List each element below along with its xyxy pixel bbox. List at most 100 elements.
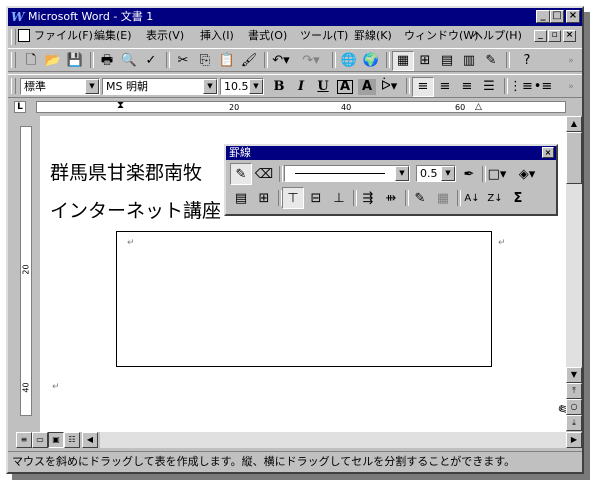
- columns-icon[interactable]: ▥: [458, 51, 480, 71]
- doc-close-button[interactable]: ×: [563, 30, 576, 42]
- ruler-track[interactable]: ⧗ 20 40 60 △: [36, 100, 566, 113]
- cut-scissors-icon[interactable]: ✂: [172, 51, 194, 71]
- align-bottom-icon[interactable]: ⊥: [328, 187, 350, 209]
- distribute-columns-icon[interactable]: ⇻: [380, 187, 402, 209]
- menu-insert[interactable]: 挿入(I): [200, 29, 234, 43]
- menu-file[interactable]: ファイル(F): [34, 29, 93, 43]
- more-buttons-icon[interactable]: »: [560, 51, 582, 71]
- insert-table-icon[interactable]: ⊞: [414, 51, 436, 71]
- vertical-scrollbar[interactable]: ▲ ▼ ⤒ ○ ⤓: [566, 116, 582, 431]
- horizontal-ruler[interactable]: L ⧗ 20 40 60 △: [8, 98, 582, 116]
- eraser-icon[interactable]: ⌫: [253, 163, 275, 185]
- align-center-icon[interactable]: ≡: [434, 77, 456, 97]
- word-app-icon[interactable]: W: [11, 10, 25, 24]
- font-combo[interactable]: MS 明朝 ▼: [102, 78, 218, 95]
- previous-page-button[interactable]: ⤒: [566, 383, 582, 399]
- outside-border-icon[interactable]: □▾: [486, 163, 508, 185]
- char-shading-button[interactable]: A: [358, 79, 376, 95]
- phonetic-guide-icon[interactable]: ᐆ▾: [378, 77, 400, 97]
- scroll-left-button[interactable]: ◀: [82, 432, 98, 448]
- indent-marker-icon[interactable]: ⧗: [117, 100, 124, 111]
- redo-icon[interactable]: ↷▾: [300, 51, 322, 71]
- chevron-down-icon[interactable]: ▼: [249, 79, 263, 94]
- bullets-icon[interactable]: •≡: [532, 77, 554, 97]
- change-text-direction-icon[interactable]: ▦: [432, 187, 454, 209]
- menubar-grip[interactable]: [11, 29, 16, 45]
- align-right-icon[interactable]: ≡: [456, 77, 478, 97]
- maximize-button[interactable]: □: [550, 10, 564, 23]
- more-buttons-icon[interactable]: »: [560, 77, 582, 97]
- title-bar[interactable]: W Microsoft Word - 文書 1 _ □ ×: [8, 8, 582, 26]
- print-layout-view-button[interactable]: ▣: [48, 432, 64, 448]
- doc-restore-button[interactable]: ▫: [548, 30, 561, 42]
- copy-icon[interactable]: ⎘: [194, 51, 216, 71]
- save-disk-icon[interactable]: 💾: [64, 51, 86, 71]
- shading-color-icon[interactable]: ◈▾: [516, 163, 538, 185]
- tables-borders-toolbar[interactable]: 罫線 × ✎ ⌫ ▼ 0.5 ▼ ✒ □▾ ◈▾ ▤ ⊞ ⊤ ⊟ ⊥ ⇶ ⇻ ✎…: [224, 144, 558, 216]
- border-color-icon[interactable]: ✒: [458, 163, 480, 185]
- paste-icon[interactable]: 📋: [216, 51, 238, 71]
- undo-icon[interactable]: ↶▾: [270, 51, 292, 71]
- menu-tools[interactable]: ツール(T): [300, 29, 348, 43]
- align-middle-icon[interactable]: ⊟: [305, 187, 327, 209]
- align-top-icon[interactable]: ⊤: [282, 187, 304, 209]
- minimize-button[interactable]: _: [536, 10, 550, 23]
- tables-toolbar-title-bar[interactable]: 罫線 ×: [226, 146, 556, 160]
- web-toolbar-icon[interactable]: 🌍: [360, 51, 382, 71]
- chevron-down-icon[interactable]: ▼: [441, 166, 455, 181]
- print-preview-icon[interactable]: 🔍: [118, 51, 140, 71]
- doc-minimize-button[interactable]: _: [534, 30, 547, 42]
- menu-view[interactable]: 表示(V): [146, 29, 184, 43]
- spelling-check-icon[interactable]: ✓: [140, 51, 162, 71]
- table-autoformat-icon[interactable]: ✎: [409, 187, 431, 209]
- print-icon[interactable]: 🖶: [96, 51, 118, 71]
- line-style-combo[interactable]: ▼: [284, 165, 410, 182]
- tables-toolbar-close-button[interactable]: ×: [542, 147, 554, 158]
- scroll-thumb[interactable]: [566, 132, 582, 184]
- menu-edit[interactable]: 編集(E): [94, 29, 132, 43]
- menu-table[interactable]: 罫線(K): [354, 29, 392, 43]
- char-border-button[interactable]: A: [334, 77, 356, 97]
- insert-excel-icon[interactable]: ▤: [436, 51, 458, 71]
- vertical-ruler[interactable]: 20 40: [16, 116, 38, 431]
- help-icon[interactable]: ?: [516, 51, 538, 71]
- chevron-down-icon[interactable]: ▼: [203, 79, 217, 94]
- outline-view-button[interactable]: ☷: [64, 432, 80, 448]
- new-document-icon[interactable]: 🗋: [20, 51, 42, 71]
- insert-table-icon[interactable]: ▤: [230, 187, 252, 209]
- menu-format[interactable]: 書式(O): [248, 29, 287, 43]
- scroll-right-button[interactable]: ▶: [566, 432, 582, 448]
- horizontal-scrollbar-track[interactable]: [100, 432, 566, 448]
- style-combo[interactable]: 標準 ▼: [20, 78, 100, 95]
- tables-borders-icon[interactable]: ▦: [392, 51, 414, 71]
- chevron-down-icon[interactable]: ▼: [85, 79, 99, 94]
- chevron-down-icon[interactable]: ▼: [395, 166, 409, 181]
- menu-window[interactable]: ウィンドウ(W): [404, 29, 478, 43]
- next-page-button[interactable]: ⤓: [566, 415, 582, 431]
- numbering-icon[interactable]: ⋮≡: [509, 77, 533, 97]
- document-icon[interactable]: [18, 29, 30, 42]
- drawn-table-outline[interactable]: ↵: [116, 231, 492, 367]
- tab-selector-icon[interactable]: L: [14, 101, 26, 113]
- document-line-1[interactable]: 群馬県甘楽郡南牧: [50, 162, 202, 184]
- sort-ascending-icon[interactable]: A↓: [461, 187, 483, 209]
- open-folder-icon[interactable]: 📂: [42, 51, 64, 71]
- hyperlink-globe-icon[interactable]: 🌐: [338, 51, 360, 71]
- align-justify-icon[interactable]: ≡: [412, 77, 434, 97]
- drawing-icon[interactable]: ✎: [480, 51, 502, 71]
- format-painter-icon[interactable]: 🖌: [238, 51, 260, 71]
- right-indent-marker-icon[interactable]: △: [475, 102, 482, 112]
- bold-button[interactable]: B: [268, 77, 290, 97]
- normal-view-button[interactable]: ≡: [16, 432, 32, 448]
- table-grid-icon[interactable]: ⊞: [253, 187, 275, 209]
- scroll-up-button[interactable]: ▲: [566, 116, 582, 132]
- menu-help[interactable]: ヘルプ(H): [472, 29, 522, 43]
- vruler-track[interactable]: 20 40: [20, 126, 32, 416]
- sort-descending-icon[interactable]: Z↓: [484, 187, 506, 209]
- line-weight-combo[interactable]: 0.5 ▼: [416, 165, 456, 182]
- distribute-rows-icon[interactable]: ⇶: [357, 187, 379, 209]
- document-line-2[interactable]: インターネット講座: [50, 200, 221, 222]
- scroll-down-button[interactable]: ▼: [566, 367, 582, 383]
- italic-button[interactable]: I: [290, 77, 312, 97]
- select-browse-object-button[interactable]: ○: [566, 399, 582, 415]
